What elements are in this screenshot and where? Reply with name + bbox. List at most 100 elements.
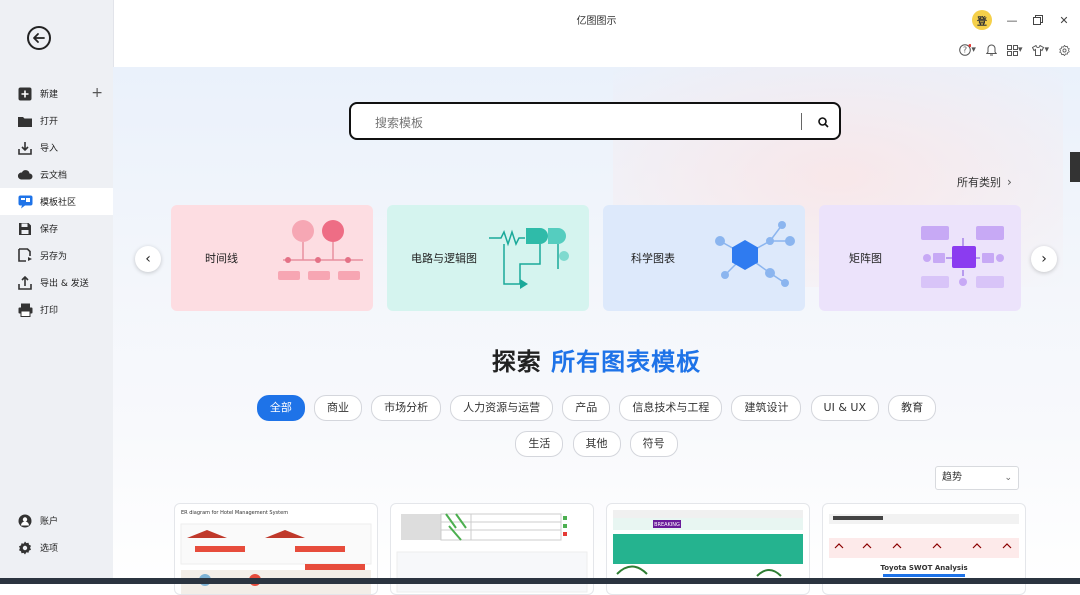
taskbar-strip (0, 578, 1080, 584)
import-icon (17, 140, 33, 156)
sidebar-item-label: 打印 (40, 306, 59, 316)
category-card-label: 矩阵图 (849, 252, 882, 265)
top-toolbar: ? ▾ ▾ ▾ (959, 44, 1070, 56)
back-button[interactable] (27, 26, 51, 50)
svg-text:?: ? (963, 46, 967, 55)
export-icon (17, 275, 33, 291)
timeline-illustration-icon (278, 220, 363, 280)
search-input[interactable] (373, 113, 777, 133)
sidebar-item-label: 另存为 (40, 252, 68, 262)
search-button[interactable] (815, 114, 831, 130)
sidebar-item-label: 云文档 (40, 171, 68, 181)
save-as-icon (17, 248, 33, 264)
chevron-right-icon: › (1007, 175, 1012, 189)
avatar[interactable]: 登 (972, 10, 992, 30)
filter-chip-life[interactable]: 生活 (515, 431, 564, 457)
category-card-matrix[interactable]: 矩阵图 (819, 205, 1021, 311)
science-molecule-icon (715, 221, 795, 287)
add-new-icon[interactable]: + (91, 85, 103, 101)
side-scroll-handle[interactable] (1070, 152, 1080, 182)
filter-chips-row-2: 生活 其他 符号 (113, 431, 1080, 457)
sidebar-item-options[interactable]: 选项 (0, 534, 113, 561)
app-title: 亿图图示 (576, 16, 617, 27)
sort-value: 趋势 (942, 472, 962, 483)
sidebar-bottom: 账户 选项 (0, 507, 113, 561)
template-community-icon (17, 194, 33, 210)
template-community-main: 所有类别 › ‹ › 时间线 电路与逻辑图 科 (113, 67, 1080, 595)
circuit-illustration-icon (489, 228, 569, 289)
category-card-science[interactable]: 科学图表 (603, 205, 805, 311)
chevron-left-icon: ‹ (145, 251, 151, 267)
carousel-next-button[interactable]: › (1031, 246, 1057, 272)
window-controls: 登 — ✕ (972, 10, 1070, 30)
help-icon[interactable]: ? ▾ (959, 44, 976, 56)
folder-icon (17, 113, 33, 129)
filter-chip-education[interactable]: 教育 (888, 395, 937, 421)
sidebar-item-label: 保存 (40, 225, 59, 235)
sidebar-item-export[interactable]: 导出 & 发送 (0, 269, 113, 296)
search-icon (817, 116, 829, 128)
sidebar-nav: 新建 + 打开 导入 云文档 模板社区 保存 另存为 导出 & 发送 打印 (0, 80, 113, 323)
shirt-theme-icon[interactable]: ▾ (1032, 44, 1049, 56)
sidebar-item-label: 选项 (40, 544, 59, 554)
cloud-icon (17, 167, 33, 183)
filter-chip-business[interactable]: 商业 (313, 395, 362, 421)
section-heading: 探索 所有图表模板 (113, 342, 1080, 377)
filter-chip-product[interactable]: 产品 (562, 395, 611, 421)
sidebar: 新建 + 打开 导入 云文档 模板社区 保存 另存为 导出 & 发送 打印 账户… (0, 0, 114, 584)
template-caption: ER diagram for Hotel Management System (181, 510, 289, 516)
sidebar-item-account[interactable]: 账户 (0, 507, 113, 534)
template-caption: BREAKING (654, 522, 680, 528)
search-divider (801, 113, 802, 130)
account-icon (17, 513, 33, 529)
bell-icon[interactable] (985, 44, 997, 56)
sidebar-item-import[interactable]: 导入 (0, 134, 113, 161)
filter-chip-architecture[interactable]: 建筑设计 (731, 395, 802, 421)
arrow-left-icon (33, 33, 45, 43)
sidebar-item-label: 账户 (40, 517, 59, 527)
sidebar-item-save[interactable]: 保存 (0, 215, 113, 242)
print-icon (17, 302, 33, 318)
category-card-label: 电路与逻辑图 (411, 252, 477, 265)
close-icon[interactable]: ✕ (1058, 14, 1070, 27)
category-card-label: 科学图表 (631, 252, 675, 265)
title-bar: 亿图图示 登 — ✕ ? ▾ ▾ ▾ (113, 0, 1080, 56)
filter-chip-it-engineering[interactable]: 信息技术与工程 (619, 395, 723, 421)
restore-icon[interactable] (1032, 14, 1044, 26)
chevron-right-icon: › (1041, 251, 1047, 267)
sidebar-item-label: 打开 (40, 117, 59, 127)
filter-chip-all[interactable]: 全部 (256, 395, 305, 421)
save-icon (17, 221, 33, 237)
category-card-circuit-logic[interactable]: 电路与逻辑图 (387, 205, 589, 311)
filter-chip-ui-ux[interactable]: UI & UX (810, 395, 879, 421)
sidebar-item-cloud[interactable]: 云文档 (0, 161, 113, 188)
filter-chip-market-analysis[interactable]: 市场分析 (371, 395, 442, 421)
apps-grid-icon[interactable]: ▾ (1006, 44, 1022, 56)
sidebar-item-open[interactable]: 打开 (0, 107, 113, 134)
sidebar-item-print[interactable]: 打印 (0, 296, 113, 323)
filter-chip-symbols[interactable]: 符号 (629, 431, 678, 457)
category-card-timeline[interactable]: 时间线 (171, 205, 373, 311)
category-card-label: 时间线 (205, 252, 238, 265)
sidebar-item-label: 导出 & 发送 (40, 279, 89, 289)
gear-icon (17, 540, 33, 556)
carousel-prev-button[interactable]: ‹ (135, 246, 161, 272)
heading-highlight: 所有图表模板 (551, 348, 702, 376)
template-search-bar (349, 102, 841, 140)
all-categories-label: 所有类别 (957, 176, 1001, 189)
sidebar-item-label: 导入 (40, 144, 59, 154)
sidebar-item-template-community[interactable]: 模板社区 (0, 188, 113, 215)
sidebar-item-save-as[interactable]: 另存为 (0, 242, 113, 269)
heading-prefix: 探索 (491, 348, 542, 376)
plus-square-icon (17, 86, 33, 102)
chevron-down-icon: ⌄ (1004, 473, 1012, 483)
all-categories-link[interactable]: 所有类别 › (957, 174, 1012, 190)
settings-icon[interactable] (1059, 44, 1070, 56)
filter-chip-hr-operations[interactable]: 人力资源与运营 (450, 395, 554, 421)
sidebar-item-new[interactable]: 新建 + (0, 80, 113, 107)
filter-chip-other[interactable]: 其他 (572, 431, 621, 457)
minimize-icon[interactable]: — (1006, 14, 1018, 27)
sort-dropdown[interactable]: 趋势 ⌄ (935, 466, 1019, 490)
sidebar-item-label: 模板社区 (40, 198, 77, 208)
sidebar-item-label: 新建 (40, 90, 59, 100)
